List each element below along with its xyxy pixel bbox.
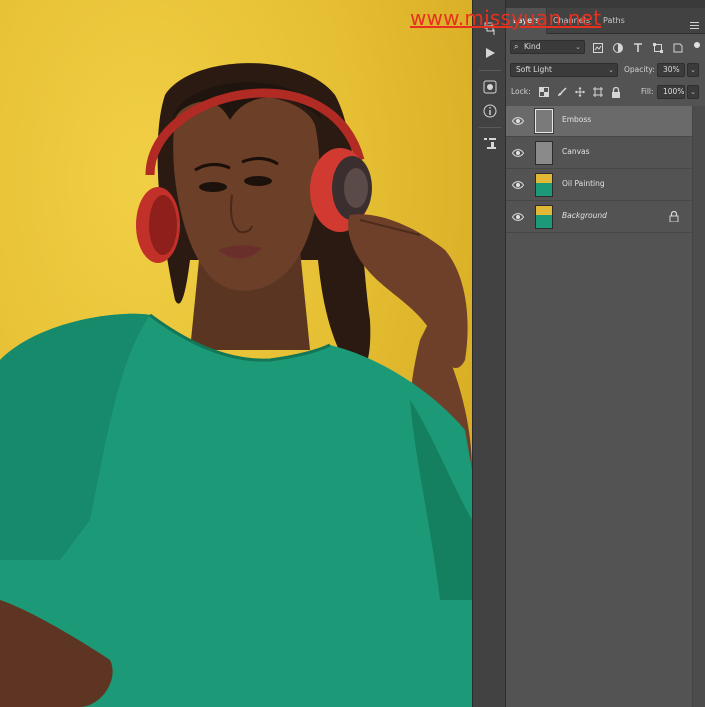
fill-label: Fill: [641, 87, 654, 96]
lock-row: Lock: Fill: 100% ⌄ [506, 85, 705, 101]
blend-mode-select[interactable]: Soft Light ⌄ [510, 63, 618, 77]
adjustments-icon[interactable] [481, 78, 499, 96]
lock-artboard-icon[interactable] [592, 86, 604, 98]
lock-transparent-icon[interactable] [538, 86, 550, 98]
blend-mode-value: Soft Light [516, 65, 552, 74]
layer-name: Background [562, 211, 607, 220]
blend-row: Soft Light ⌄ Opacity: 30% ⌄ [506, 63, 705, 79]
layer-thumbnail [534, 108, 554, 134]
layers-panel: Layers Channels Paths ⌕ Kind ⌄ Soft Ligh… [506, 0, 705, 707]
portrait-photo [0, 63, 472, 707]
eye-icon[interactable] [512, 116, 524, 126]
info-icon[interactable] [481, 102, 499, 120]
layer-row-background[interactable]: Background [506, 202, 692, 233]
lock-icon [669, 211, 679, 222]
layer-thumbnail [535, 173, 553, 197]
type-filter-icon[interactable] [632, 42, 644, 54]
lock-label: Lock: [511, 87, 531, 96]
layer-filter-row: ⌕ Kind ⌄ [506, 40, 705, 56]
chevron-down-icon: ⌄ [690, 66, 696, 74]
layer-name: Canvas [562, 147, 590, 156]
panel-scrollbar[interactable] [692, 106, 705, 707]
adjustment-filter-icon[interactable] [612, 42, 624, 54]
pixel-filter-icon[interactable] [592, 42, 604, 54]
opacity-label: Opacity: [624, 65, 655, 74]
layer-row-emboss[interactable]: Emboss [506, 106, 692, 137]
chevron-down-icon: ⌄ [690, 88, 696, 96]
eye-icon[interactable] [512, 148, 524, 158]
lock-icon[interactable] [610, 86, 622, 98]
eye-icon[interactable] [512, 180, 524, 190]
layer-name: Emboss [562, 115, 592, 124]
actions-play-icon[interactable] [481, 44, 499, 62]
opacity-input[interactable]: 30% [657, 63, 685, 77]
chevron-down-icon: ⌄ [575, 43, 581, 51]
filter-kind-label: Kind [524, 42, 541, 51]
eye-icon[interactable] [512, 212, 524, 222]
chevron-down-icon: ⌄ [608, 66, 614, 74]
hamburger-menu-icon[interactable] [690, 22, 699, 29]
watermark-text: www.missyuan.net [410, 6, 602, 30]
shape-filter-icon[interactable] [652, 42, 664, 54]
document-canvas[interactable] [0, 0, 472, 707]
lock-position-move-icon[interactable] [574, 86, 586, 98]
layer-row-oil-painting[interactable]: Oil Painting [506, 170, 692, 201]
opacity-slider-toggle[interactable]: ⌄ [687, 63, 699, 77]
panel-icon-strip [472, 0, 506, 707]
fill-input[interactable]: 100% [657, 85, 685, 99]
search-icon: ⌕ [514, 42, 519, 51]
opacity-value: 30% [663, 65, 680, 74]
smart-object-filter-icon[interactable] [672, 42, 684, 54]
layer-thumbnail [535, 205, 553, 229]
layer-name: Oil Painting [562, 179, 605, 188]
lock-image-brush-icon[interactable] [556, 86, 568, 98]
fill-value: 100% [663, 87, 685, 96]
layer-thumbnail [535, 141, 553, 165]
tab-paths[interactable]: Paths [596, 8, 632, 34]
filter-kind-select[interactable]: ⌕ Kind ⌄ [510, 40, 585, 54]
fill-slider-toggle[interactable]: ⌄ [687, 85, 699, 99]
properties-icon[interactable] [481, 134, 499, 152]
filter-toggle-icon[interactable] [694, 42, 700, 48]
layer-row-canvas[interactable]: Canvas [506, 138, 692, 169]
